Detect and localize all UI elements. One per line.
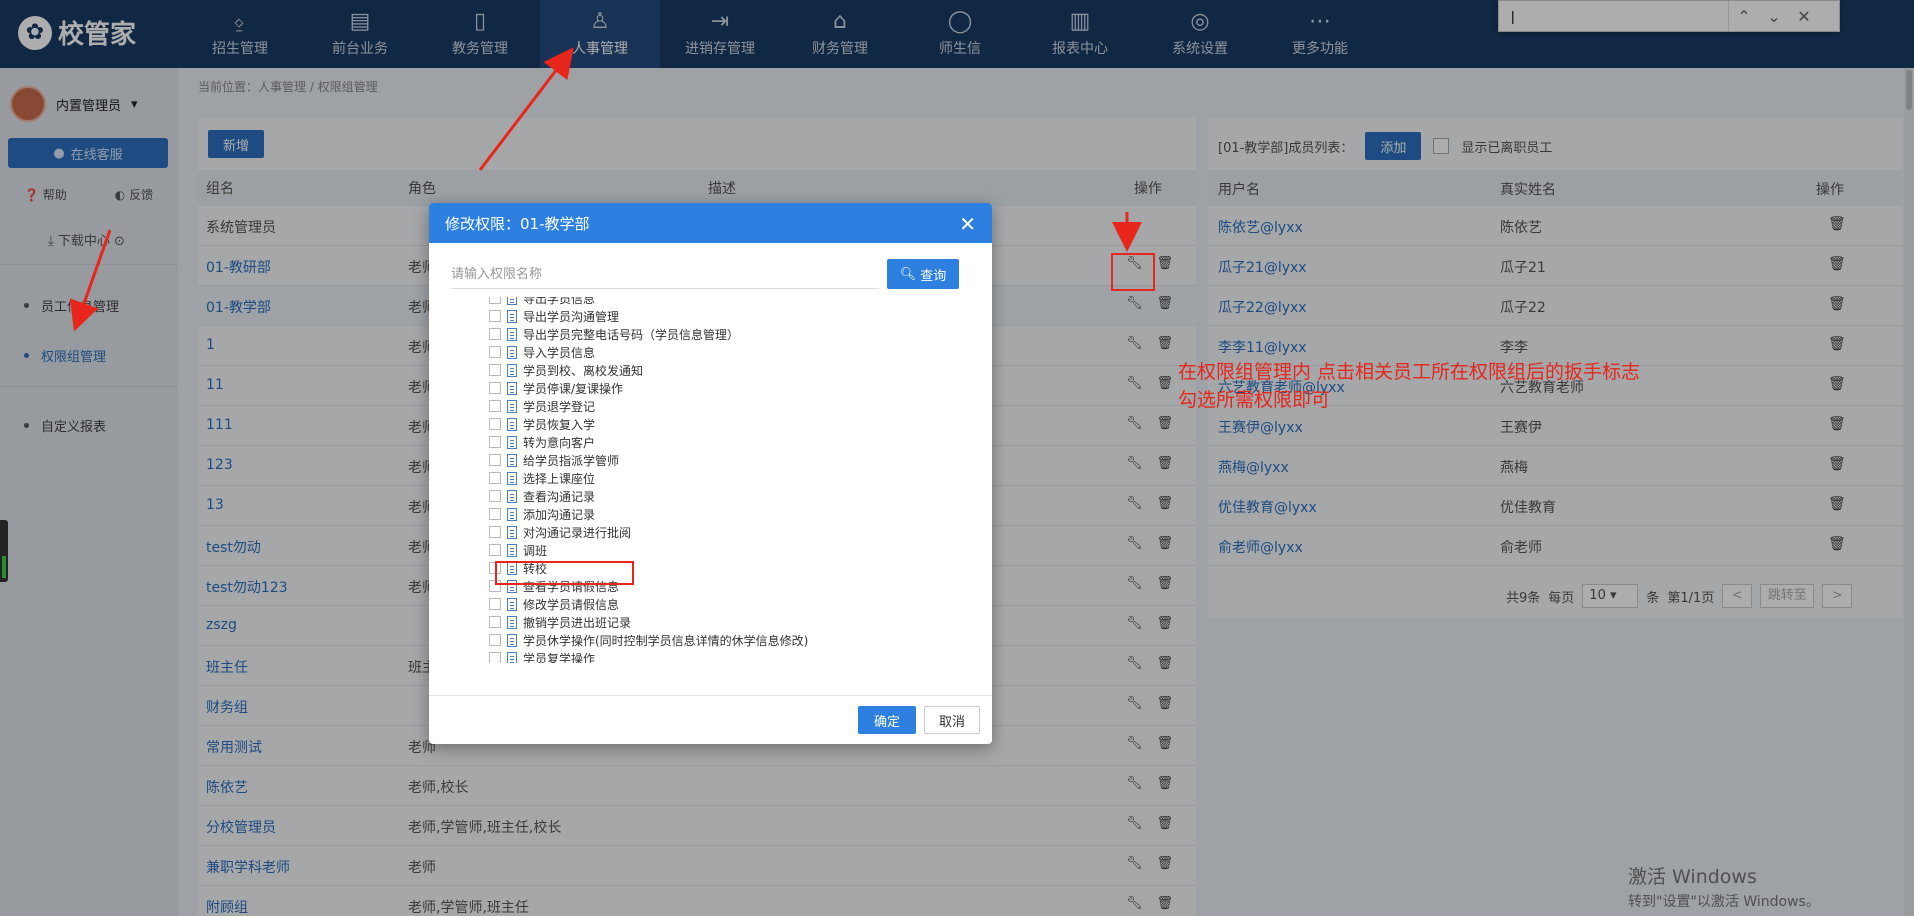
document-icon bbox=[507, 381, 517, 395]
document-icon bbox=[507, 345, 517, 359]
permission-search-input[interactable] bbox=[451, 259, 879, 289]
permission-label: 添加沟通记录 bbox=[523, 507, 596, 522]
permission-checkbox[interactable] bbox=[489, 634, 501, 646]
document-icon bbox=[507, 615, 517, 629]
permission-item[interactable]: 导入学员信息 bbox=[489, 343, 808, 361]
document-icon bbox=[507, 597, 517, 611]
annotation-text: 在权限组管理内 点击相关员工所在权限组后的扳手标志 勾选所需权限即可 bbox=[1178, 358, 1640, 414]
permission-checkbox[interactable] bbox=[489, 454, 501, 466]
permission-label: 导出学员沟通管理 bbox=[523, 309, 620, 324]
document-icon bbox=[507, 633, 517, 647]
permission-checkbox[interactable] bbox=[489, 472, 501, 484]
annotation-line2: 勾选所需权限即可 bbox=[1178, 389, 1331, 411]
document-icon bbox=[507, 399, 517, 413]
permission-label: 转为意向客户 bbox=[523, 435, 596, 450]
permission-checkbox[interactable] bbox=[489, 544, 501, 556]
document-icon bbox=[507, 417, 517, 431]
document-icon bbox=[507, 489, 517, 503]
close-icon[interactable]: ✕ bbox=[959, 212, 976, 236]
permission-label: 学员复学操作 bbox=[523, 651, 596, 664]
permission-item[interactable]: 修改学员请假信息 bbox=[489, 595, 808, 613]
permission-checkbox[interactable] bbox=[489, 436, 501, 448]
search-icon: 🔍︎ bbox=[899, 266, 917, 282]
permission-item[interactable]: 学员复学操作 bbox=[489, 649, 808, 663]
permission-label: 学员停课/复课操作 bbox=[523, 381, 624, 396]
permission-item[interactable]: 撤销学员进出班记录 bbox=[489, 613, 808, 631]
transfer-school-highlight-box bbox=[495, 561, 634, 585]
permission-label: 导入学员信息 bbox=[523, 345, 596, 360]
permission-item[interactable]: 学员休学操作(同时控制学员信息详情的休学信息修改) bbox=[489, 631, 808, 649]
document-icon bbox=[507, 453, 517, 467]
permission-item[interactable]: 转为意向客户 bbox=[489, 433, 808, 451]
permission-checkbox[interactable] bbox=[489, 418, 501, 430]
permission-checkbox[interactable] bbox=[489, 652, 501, 663]
permission-item[interactable]: 学员退学登记 bbox=[489, 397, 808, 415]
permission-checkbox[interactable] bbox=[489, 598, 501, 610]
permission-checkbox[interactable] bbox=[489, 526, 501, 538]
permission-item[interactable]: 导出学员信息 bbox=[489, 297, 808, 307]
permission-checkbox[interactable] bbox=[489, 297, 501, 304]
document-icon bbox=[507, 651, 517, 663]
permission-checkbox[interactable] bbox=[489, 508, 501, 520]
permission-item[interactable]: 查看沟通记录 bbox=[489, 487, 808, 505]
permission-checkbox[interactable] bbox=[489, 382, 501, 394]
permission-item[interactable]: 导出学员完整电话号码（学员信息管理） bbox=[489, 325, 808, 343]
permission-checkbox[interactable] bbox=[489, 364, 501, 376]
permission-label: 修改学员请假信息 bbox=[523, 597, 620, 612]
permission-label: 撤销学员进出班记录 bbox=[523, 615, 632, 630]
permission-item[interactable]: 给学员指派学管师 bbox=[489, 451, 808, 469]
permission-label: 对沟通记录进行批阅 bbox=[523, 525, 632, 540]
dialog-title: 修改权限：01-教学部 bbox=[445, 214, 590, 233]
annotation-line1: 在权限组管理内 点击相关员工所在权限组后的扳手标志 bbox=[1178, 361, 1641, 383]
document-icon bbox=[507, 363, 517, 377]
permission-label: 查看沟通记录 bbox=[523, 489, 596, 504]
permission-label: 学员到校、离校发通知 bbox=[523, 363, 644, 378]
permission-item[interactable]: 对沟通记录进行批阅 bbox=[489, 523, 808, 541]
permission-label: 调班 bbox=[523, 543, 548, 558]
cancel-button[interactable]: 取消 bbox=[924, 706, 980, 734]
permission-search-row: 🔍︎ 查询 bbox=[451, 259, 969, 289]
permission-checkbox[interactable] bbox=[489, 310, 501, 322]
permission-checkbox[interactable] bbox=[489, 616, 501, 628]
document-icon bbox=[507, 435, 517, 449]
dialog-footer: 确定 取消 bbox=[429, 695, 992, 744]
permission-label: 给学员指派学管师 bbox=[523, 453, 620, 468]
permission-checkbox[interactable] bbox=[489, 328, 501, 340]
document-icon bbox=[507, 327, 517, 341]
permission-label: 学员休学操作(同时控制学员信息详情的休学信息修改) bbox=[523, 633, 809, 648]
permission-label: 学员退学登记 bbox=[523, 399, 596, 414]
permission-item[interactable]: 学员停课/复课操作 bbox=[489, 379, 808, 397]
permission-checkbox[interactable] bbox=[489, 490, 501, 502]
permission-tree[interactable]: 导出学员信息 导出学员沟通管理 导出学员完整电话号码（学员信息管理） 导入学员信息 学员… bbox=[489, 297, 969, 663]
permission-checkbox[interactable] bbox=[489, 346, 501, 358]
permission-item[interactable]: 选择上课座位 bbox=[489, 469, 808, 487]
query-button[interactable]: 🔍︎ 查询 bbox=[887, 259, 959, 289]
permission-label: 导出学员信息 bbox=[523, 297, 596, 306]
permission-label: 学员恢复入学 bbox=[523, 417, 596, 432]
permission-label: 导出学员完整电话号码（学员信息管理） bbox=[523, 327, 740, 342]
permission-item[interactable]: 调班 bbox=[489, 541, 808, 559]
dialog-title-bar: 修改权限：01-教学部 ✕ bbox=[429, 203, 992, 243]
document-icon bbox=[507, 507, 517, 521]
edit-permission-dialog: 修改权限：01-教学部 ✕ 🔍︎ 查询 导出学员信息导出学员沟通管理导出学员完整… bbox=[429, 203, 992, 744]
document-icon bbox=[507, 309, 517, 323]
query-label: 查询 bbox=[920, 268, 947, 284]
document-icon bbox=[507, 525, 517, 539]
document-icon bbox=[507, 543, 517, 557]
document-icon bbox=[507, 297, 517, 305]
permission-item[interactable]: 学员恢复入学 bbox=[489, 415, 808, 433]
wrench-highlight-box bbox=[1111, 253, 1155, 291]
document-icon bbox=[507, 471, 517, 485]
permission-label: 选择上课座位 bbox=[523, 471, 596, 486]
permission-item[interactable]: 学员到校、离校发通知 bbox=[489, 361, 808, 379]
permission-item[interactable]: 添加沟通记录 bbox=[489, 505, 808, 523]
confirm-button[interactable]: 确定 bbox=[858, 706, 916, 734]
permission-item[interactable]: 导出学员沟通管理 bbox=[489, 307, 808, 325]
permission-checkbox[interactable] bbox=[489, 400, 501, 412]
